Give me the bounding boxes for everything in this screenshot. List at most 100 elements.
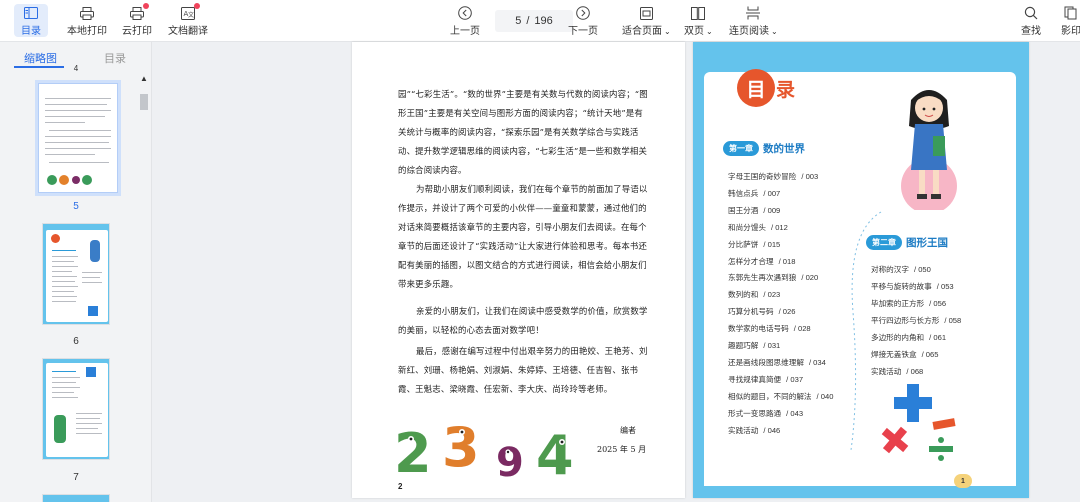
toolbar: 目录 本地打印 云打印 A文 文档翻译 上一页 5 / 196 下一页 适合页面…	[0, 0, 1080, 42]
toc-entry[interactable]: 实践活动 / 046	[728, 425, 780, 436]
toc-entry-page: / 020	[801, 273, 819, 283]
thumb-text-line	[76, 433, 102, 434]
toc-entry[interactable]: 数列的和 / 023	[728, 289, 780, 300]
sidebar-toc-icon	[20, 4, 42, 22]
thumb-text-line	[45, 122, 85, 123]
thumb-text-line	[52, 291, 74, 292]
toc-entry[interactable]: 分比萨饼 / 015	[728, 239, 780, 250]
doc-translate-button[interactable]: A文 文档翻译	[168, 3, 208, 37]
document-page-right: 目 录 第一章 数的世界 字母王国的奇妙冒险 / 003 韩信点兵 / 007 国王分酒…	[693, 42, 1029, 498]
fit-page-button[interactable]: 适合页面 ⌄	[622, 4, 671, 37]
thumb-title-badge	[51, 234, 60, 243]
toc-entry-page: / 023	[763, 290, 781, 300]
preface-date: 2025 年 5 月	[597, 445, 647, 454]
toc-entry[interactable]: 巧算分机号码 / 026	[728, 306, 795, 317]
toc-entry[interactable]: 焊接无盖铁盒 / 065	[871, 349, 938, 360]
thumb-text-line	[45, 116, 105, 117]
thumb-boy-figure	[54, 415, 66, 443]
tab-thumbnails[interactable]: 缩略图	[24, 50, 57, 66]
thumbnail-page-6[interactable]	[42, 223, 110, 325]
double-page-button[interactable]: 双页 ⌄	[684, 4, 713, 37]
photocopy-button[interactable]: 影印	[1060, 4, 1080, 37]
toc-entry[interactable]: 国王分酒 / 009	[728, 205, 780, 216]
toc-entry[interactable]: 实践活动 / 068	[871, 366, 923, 377]
toc-entry-page: / 061	[929, 333, 947, 342]
toc-entry[interactable]: 寻找规律真简便 / 037	[728, 374, 803, 385]
toc-entry[interactable]: 数学家的电话号码 / 028	[728, 323, 811, 334]
thumb-text-line	[49, 162, 109, 163]
thumb-text-line	[82, 277, 100, 278]
chapter-1-heading[interactable]: 第一章 数的世界	[723, 141, 805, 156]
thumb-text-line	[52, 382, 76, 383]
toc-entry[interactable]: 毕加索的正方形 / 056	[871, 298, 946, 309]
toc-entry[interactable]: 相似的题目，不同的解法 / 040	[728, 391, 833, 402]
toc-entry[interactable]: 趣题巧解 / 031	[728, 340, 780, 351]
toc-entry[interactable]: 平行四边形与长方形 / 058	[871, 315, 961, 326]
document-page-left: 园”“七彩生活”。“数的世界”主要是有关数与代数的阅读内容；“图形王国”主要是有…	[352, 42, 685, 498]
thumbnail-page-5[interactable]	[35, 80, 121, 196]
page-indicator[interactable]: 5 / 196	[495, 10, 573, 32]
thumb-text-line	[45, 142, 109, 143]
scrollbar-thumb[interactable]	[140, 94, 148, 110]
current-page-input[interactable]: 5	[515, 15, 521, 27]
toc-entry[interactable]: 多边形的内角和 / 061	[871, 332, 946, 343]
toc-entry[interactable]: 字母王国的奇妙冒险 / 003	[728, 171, 818, 182]
toc-toggle-button[interactable]: 目录	[14, 4, 48, 37]
page-number-right: 1	[954, 474, 972, 488]
local-print-button[interactable]: 本地打印	[67, 4, 107, 37]
girl-illustration	[901, 90, 957, 210]
double-page-icon	[687, 4, 709, 22]
scroll-up-icon[interactable]: ▲	[140, 74, 148, 83]
svg-text:9: 9	[496, 440, 524, 486]
thumb-text-line	[76, 428, 98, 429]
toc-entry-page: / 056	[929, 299, 947, 308]
toc-entry[interactable]: 和尚分馒头 / 012	[728, 222, 788, 233]
fit-page-icon	[635, 4, 657, 22]
tab-toc[interactable]: 目录	[104, 50, 126, 66]
total-pages: 196	[534, 15, 553, 27]
translate-icon: A文	[177, 3, 200, 22]
thumb-plus-shape	[86, 367, 96, 377]
toc-entry-page: / 026	[778, 307, 796, 317]
thumb-text-line	[76, 418, 100, 419]
toc-title-badge: 目	[737, 69, 775, 107]
chapter-1-tag: 第一章	[723, 141, 759, 156]
number-characters-illustration: 2 3 9 4	[394, 416, 574, 486]
thumb-text-line	[82, 272, 102, 273]
thumbnail-page-partial[interactable]	[42, 494, 110, 502]
double-page-text: 双页 ⌄	[684, 22, 713, 37]
svg-text:4: 4	[536, 424, 574, 486]
prev-page-label: 上一页	[450, 26, 480, 37]
thumb-text-line	[52, 250, 76, 251]
sidebar-scrollbar[interactable]: ▲	[138, 72, 150, 502]
toc-entry[interactable]: 怎样分才合理 / 018	[728, 256, 795, 267]
chapter-2-heading[interactable]: 第二章 图形王国	[866, 235, 948, 250]
toc-entry[interactable]: 还是画线段图思维理解 / 034	[728, 357, 826, 368]
thumb-text-line	[52, 256, 78, 257]
chevron-down-icon: ⌄	[706, 27, 713, 36]
toc-entry-title: 平移与旋转的故事	[871, 282, 932, 291]
thumb-text-line	[52, 266, 78, 267]
toc-entry[interactable]: 对称的汉字 / 050	[871, 264, 931, 275]
chevron-down-icon: ⌄	[771, 27, 778, 36]
cloud-print-button[interactable]: 云打印	[122, 3, 152, 37]
thumbnail-page-7[interactable]	[42, 358, 110, 460]
thumbnail-number: 5	[73, 201, 79, 212]
toc-entry-title: 对称的汉字	[871, 265, 909, 274]
toc-entry[interactable]: 东郭先生再次遇到狼 / 020	[728, 272, 818, 283]
thumb-text-line	[52, 392, 74, 393]
printer-icon	[76, 4, 98, 22]
notification-dot	[143, 3, 149, 9]
toc-entry-title: 多边形的内角和	[871, 333, 925, 342]
prev-page-button[interactable]: 上一页	[450, 4, 480, 37]
continuous-read-button[interactable]: 连页阅读 ⌄	[729, 4, 778, 37]
thumb-text-line	[45, 154, 95, 155]
toc-entry[interactable]: 平移与旋转的故事 / 053	[871, 281, 954, 292]
search-button[interactable]: 查找	[1020, 4, 1042, 37]
next-page-button[interactable]: 下一页	[568, 4, 598, 37]
toc-entry[interactable]: 韩信点兵 / 007	[728, 188, 780, 199]
thumb-text-line	[52, 271, 72, 272]
toc-entry-title: 巧算分机号码	[728, 307, 774, 317]
preface-paragraph: 园”“七彩生活”。“数的世界”主要是有关数与代数的阅读内容；“图形王国”主要是有…	[398, 89, 648, 176]
toc-entry[interactable]: 形式一变思路通 / 043	[728, 408, 803, 419]
